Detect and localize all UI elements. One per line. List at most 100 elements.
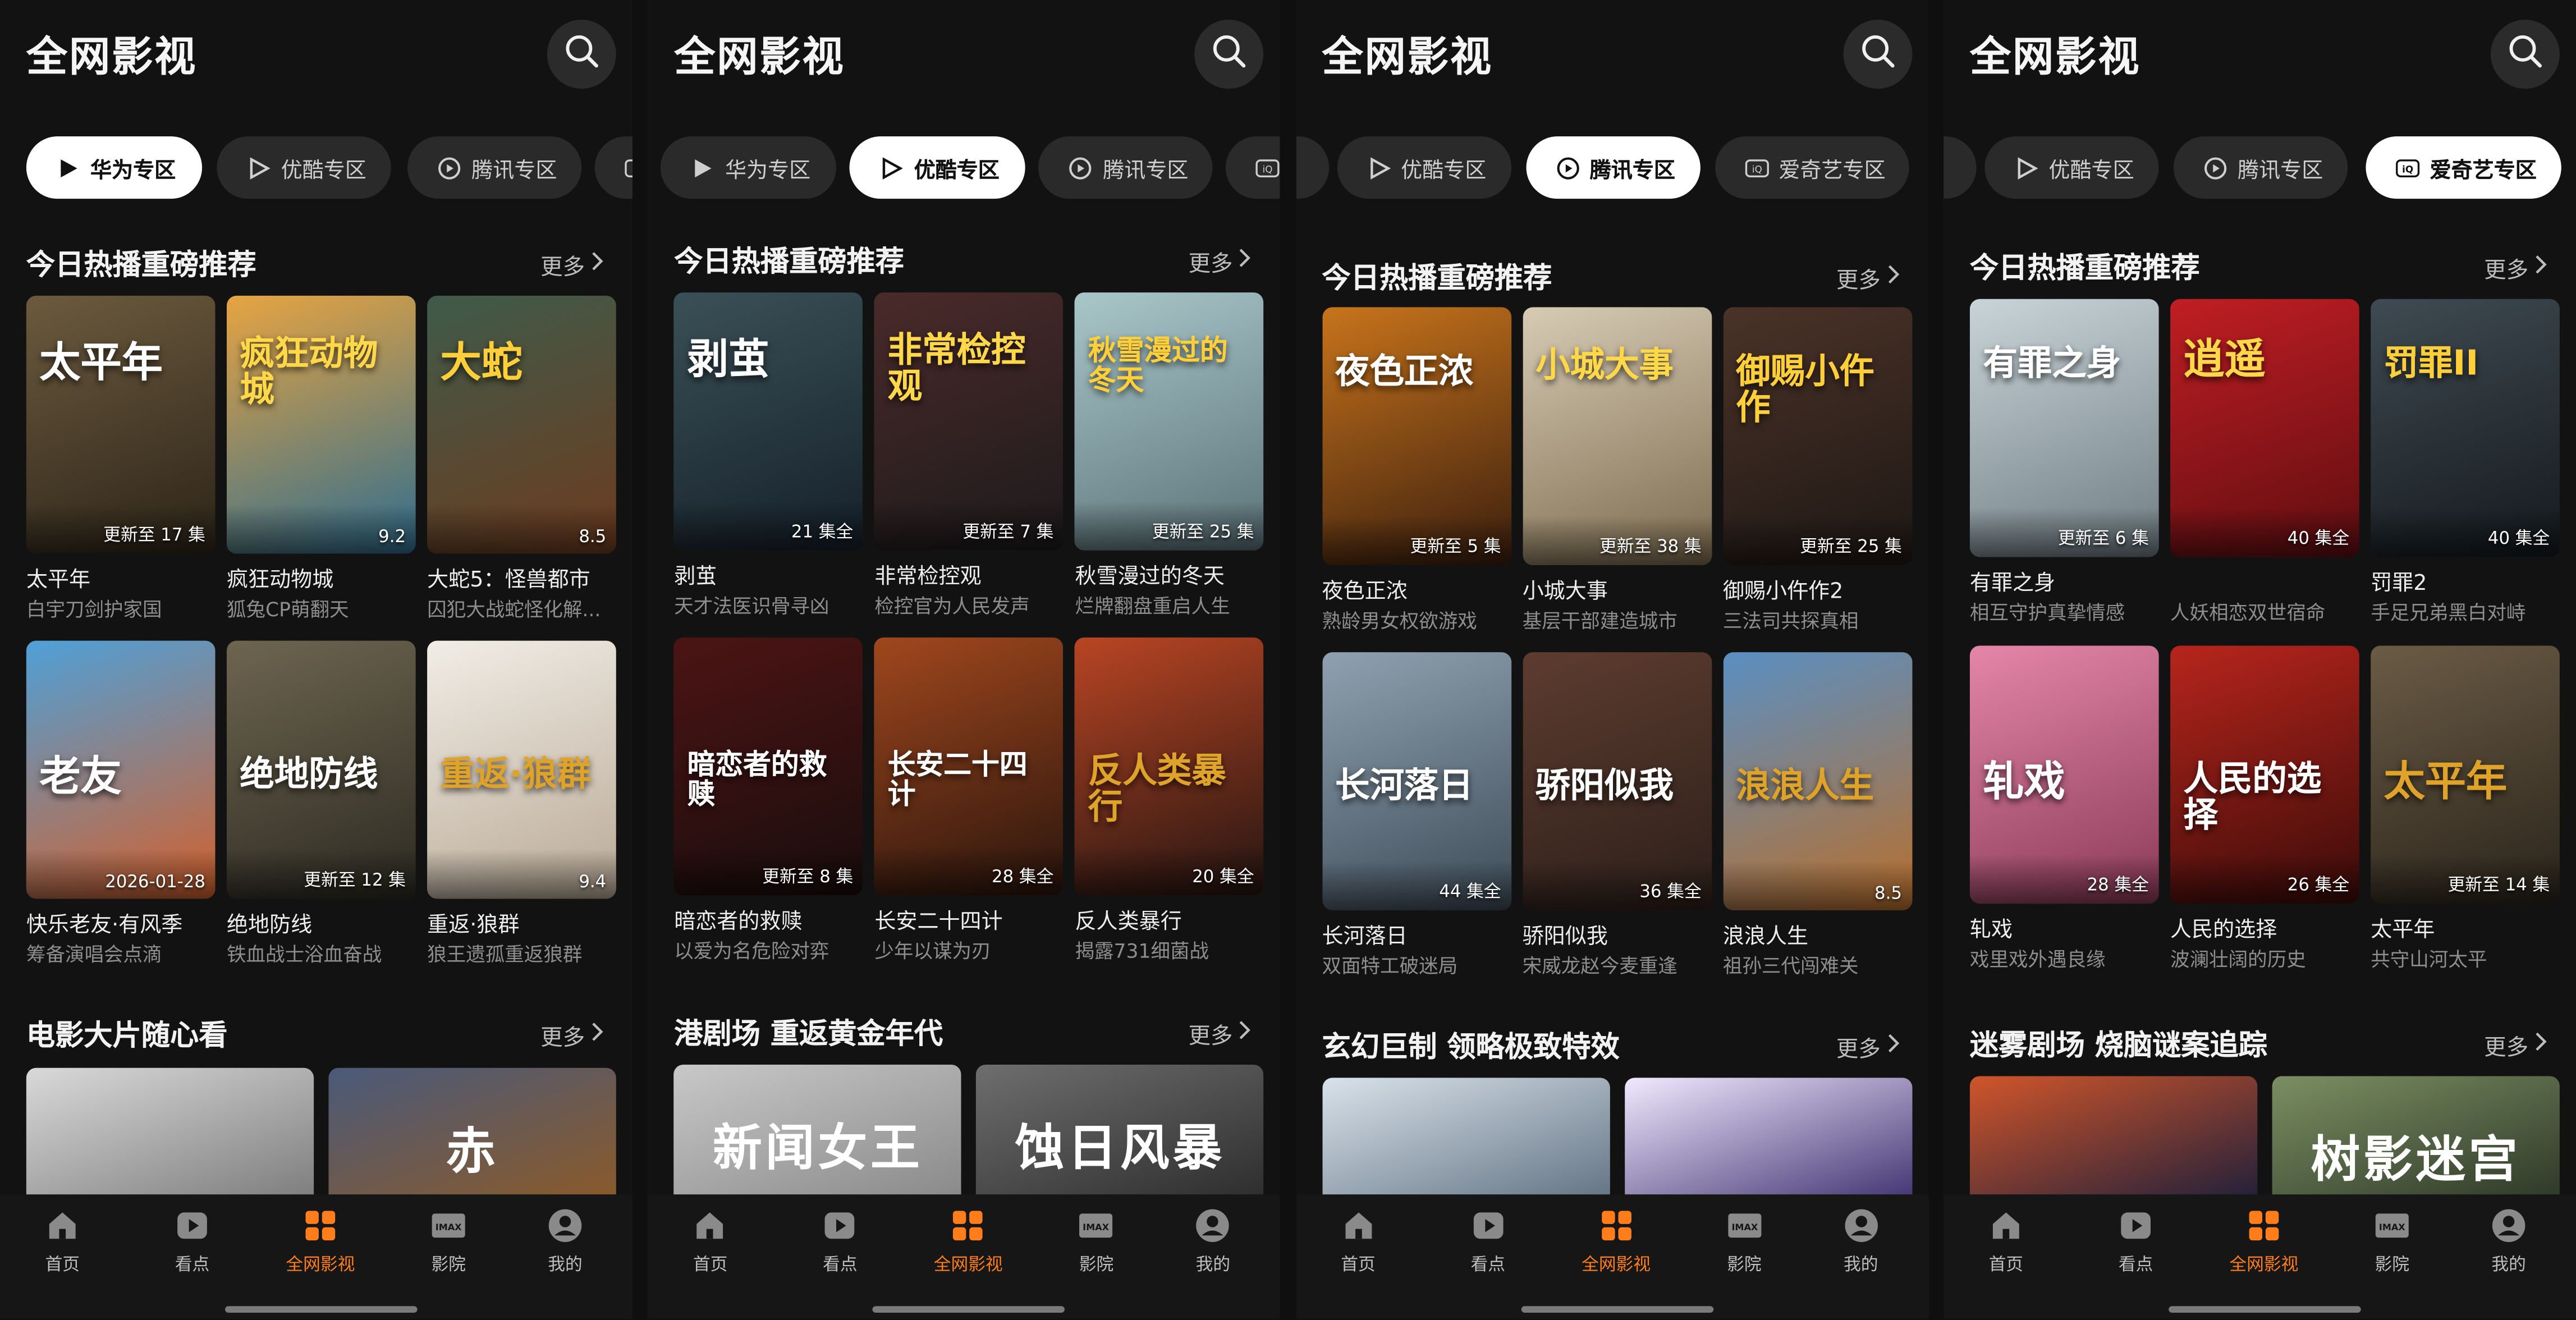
nav-item[interactable]: 看点 [791, 1208, 890, 1277]
nav-label: 我的 [1195, 1255, 1231, 1275]
nav-label: 首页 [1988, 1255, 2024, 1275]
media-card[interactable]: 浪浪人生 8.5 浪浪人生 祖孙三代闯难关 [1722, 652, 1912, 978]
platform-tab[interactable]: 腾讯专区 [407, 136, 582, 199]
episode-badge: 28 集全 [992, 867, 1054, 887]
nav-item[interactable]: 全网影视 [271, 1208, 370, 1277]
nav-item[interactable]: IMAX 影院 [399, 1208, 498, 1277]
platform-tabs: 优酷专区 腾讯专区 iQ 爱奇艺专区 [1295, 136, 1928, 199]
platform-tab[interactable]: 优酷专区 [850, 136, 1026, 199]
platform-tab[interactable]: 腾讯专区 [2173, 136, 2348, 199]
episode-badge: 8.5 [579, 527, 607, 547]
media-card[interactable]: 疯狂动物城 9.2 疯狂动物城 狐兔CP萌翻天 [226, 295, 416, 621]
platform-tab[interactable]: 优酷专区 [1336, 136, 1511, 199]
nav-item[interactable]: 我的 [516, 1208, 615, 1277]
platform-tab[interactable] [1295, 136, 1329, 199]
featured-banner[interactable] [1624, 1078, 1912, 1209]
media-card[interactable]: 太平年 更新至 17 集太平年 白宇刀剑护家国 [26, 295, 216, 621]
nav-item[interactable]: IMAX 影院 [1047, 1208, 1146, 1277]
nav-item[interactable]: IMAX 影院 [2343, 1208, 2441, 1277]
media-card[interactable]: 御赐小仵作 更新至 25 集御赐小仵作2 三法司共探真相 [1722, 307, 1912, 632]
nav-item[interactable]: 我的 [2459, 1208, 2558, 1277]
featured-banner[interactable] [1322, 1078, 1610, 1209]
nav-item[interactable]: 首页 [1309, 1208, 1408, 1277]
media-card[interactable]: 骄阳似我 36 集全 骄阳似我 宋威龙赵今麦重逢 [1522, 652, 1712, 978]
episode-badge: 20 集全 [1192, 867, 1254, 887]
media-card[interactable]: 老友 2026-01-28 快乐老友·有风季 筹备演唱会点滴 [26, 640, 216, 966]
more-link[interactable]: 更多 [2484, 251, 2547, 284]
media-card[interactable]: 有罪之身 更新至 6 集有罪之身 相互守护真挚情感 [1969, 299, 2159, 624]
media-card[interactable]: 小城大事 更新至 38 集小城大事 基层干部建造城市 [1522, 307, 1712, 632]
nav-item[interactable]: 全网影视 [2215, 1208, 2313, 1277]
phone-screen: 全网影视 优酷专区 腾讯专区 iQ 爱奇艺专区 今日热播重磅推荐 更多 迷雾剧场 烧脑谜案追踪… [1944, 0, 2576, 1319]
media-card[interactable]: 秋雪漫过的冬天 更新至 25 集秋雪漫过的冬天 烂牌翻盘重启人生 [1075, 292, 1264, 618]
nav-item[interactable]: IMAX 影院 [1695, 1208, 1794, 1277]
search-button[interactable] [2490, 20, 2560, 89]
nav-item[interactable]: 看点 [143, 1208, 242, 1277]
nav-item[interactable]: 首页 [13, 1208, 112, 1277]
platform-tab[interactable]: 华为专区 [26, 136, 203, 199]
poster-image: 非常检控观 更新至 7 集 [874, 292, 1064, 551]
nav-item[interactable]: 全网影视 [919, 1208, 1017, 1277]
poster-title-art: 反人类暴行 [1088, 750, 1226, 827]
chevron-right-icon [2533, 255, 2547, 281]
featured-banner[interactable]: 蚀日风暴 [976, 1064, 1264, 1197]
nav-item[interactable]: 我的 [1164, 1208, 1263, 1277]
episode-badge: 更新至 25 集 [1800, 537, 1902, 557]
media-card[interactable]: 逍遥 40 集全 人妖相恋双世宿命 [2170, 299, 2359, 624]
search-button[interactable] [1195, 20, 1264, 89]
more-link[interactable]: 更多 [1188, 1017, 1251, 1050]
media-card[interactable]: 非常检控观 更新至 7 集非常检控观 检控官为人民发声 [874, 292, 1064, 618]
media-description: 波澜壮阔的历史 [2170, 948, 2306, 971]
platform-tab[interactable]: 腾讯专区 [1525, 136, 1700, 199]
nav-label: 我的 [548, 1255, 583, 1275]
platform-tab[interactable]: 华为专区 [661, 136, 837, 199]
search-button[interactable] [547, 20, 616, 89]
media-card[interactable]: 剥茧 21 集全 剥茧 天才法医识骨寻凶 [674, 292, 863, 618]
more-link[interactable]: 更多 [2484, 1029, 2547, 1061]
media-card[interactable]: 大蛇 8.5 大蛇5：怪兽都市 囚犯大战蛇怪化解... [427, 295, 616, 621]
media-description: 狐兔CP萌翻天 [226, 598, 349, 621]
featured-banner[interactable] [1969, 1076, 2258, 1208]
nav-item[interactable]: 看点 [2087, 1208, 2185, 1277]
platform-tab[interactable]: iQ [594, 136, 633, 199]
featured-banner[interactable]: 树影迷宫 [2272, 1076, 2560, 1208]
platform-tab[interactable]: iQ [1226, 136, 1281, 199]
tencent-video-icon [1555, 155, 1580, 180]
featured-banner[interactable] [26, 1067, 314, 1200]
platform-tab[interactable] [1944, 136, 1977, 199]
more-link[interactable]: 更多 [1836, 1030, 1899, 1063]
featured-banner[interactable]: 新闻女王 [674, 1064, 962, 1197]
media-card[interactable]: 夜色正浓 更新至 5 集夜色正浓 熟龄男女权欲游戏 [1322, 307, 1511, 632]
media-card[interactable]: 长安二十四计 28 集全 长安二十四计 少年以谋为刃 [874, 637, 1064, 962]
platform-tab[interactable]: 腾讯专区 [1039, 136, 1213, 199]
media-card[interactable]: 重返·狼群 9.4 重返·狼群 狼王遗孤重返狼群 [427, 640, 616, 966]
nav-item[interactable]: 全网影视 [1567, 1208, 1666, 1277]
nav-item[interactable]: 首页 [1956, 1208, 2055, 1277]
media-card[interactable]: 长河落日 44 集全 长河落日 双面特工破迷局 [1322, 652, 1511, 978]
more-link[interactable]: 更多 [540, 1019, 603, 1052]
platform-tab[interactable]: 优酷专区 [217, 136, 391, 199]
platform-tab[interactable]: iQ 爱奇艺专区 [2366, 136, 2561, 199]
nav-item[interactable]: 我的 [1812, 1208, 1910, 1277]
more-link[interactable]: 更多 [1836, 261, 1899, 294]
media-card[interactable]: 反人类暴行 20 集全 反人类暴行 揭露731细菌战 [1075, 637, 1264, 962]
media-card[interactable]: 暗恋者的救赎 更新至 8 集暗恋者的救赎 以爱为名危险对弈 [674, 637, 863, 962]
imax-icon: IMAX [1726, 1208, 1762, 1244]
platform-tab[interactable]: iQ 爱奇艺专区 [1715, 136, 1909, 199]
nav-item[interactable]: 看点 [1438, 1208, 1537, 1277]
svg-text:IMAX: IMAX [1083, 1222, 1110, 1232]
search-button[interactable] [1842, 20, 1912, 89]
more-link[interactable]: 更多 [1188, 245, 1251, 278]
nav-item[interactable]: 首页 [661, 1208, 760, 1277]
chevron-right-icon [1886, 264, 1899, 291]
featured-banner[interactable]: 赤 [328, 1067, 616, 1200]
media-card[interactable]: 轧戏 28 集全 轧戏 戏里戏外遇良缘 [1969, 645, 2159, 971]
media-card[interactable]: 人民的选择 26 集全 人民的选择 波澜壮阔的历史 [2170, 645, 2359, 971]
platform-tab[interactable]: 优酷专区 [1984, 136, 2159, 199]
tencent-video-icon [2203, 155, 2228, 180]
media-card[interactable]: 绝地防线 更新至 12 集绝地防线 铁血战士浴血奋战 [226, 640, 416, 966]
nav-label: 首页 [693, 1255, 728, 1275]
more-link[interactable]: 更多 [540, 248, 603, 281]
media-card[interactable]: 太平年 更新至 14 集太平年 共守山河太平 [2371, 645, 2560, 971]
media-card[interactable]: 罚罪II 40 集全 罚罪2 手足兄弟黑白对峙 [2371, 299, 2560, 624]
